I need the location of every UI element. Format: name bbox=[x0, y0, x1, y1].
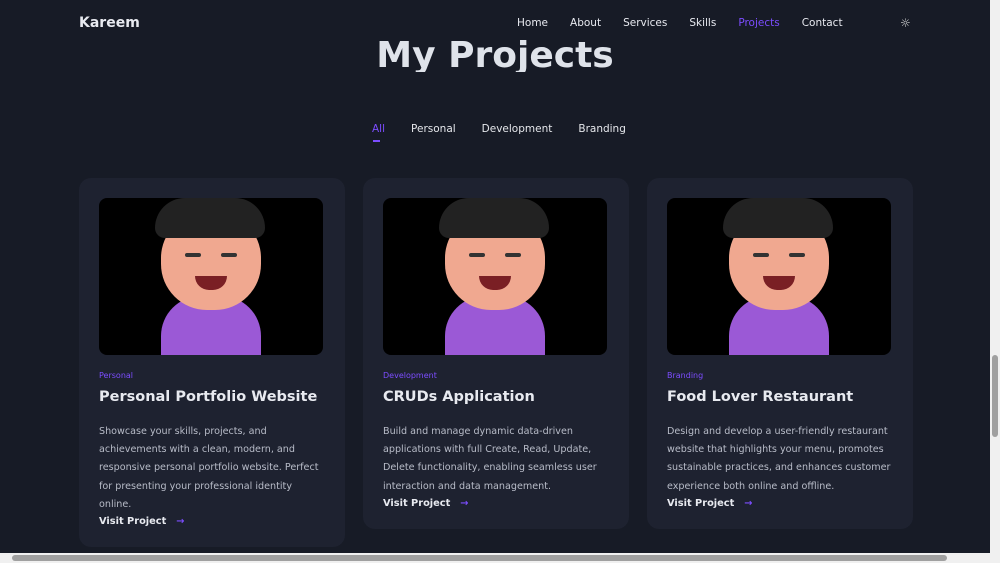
arrow-right-icon: → bbox=[176, 516, 185, 528]
project-title: CRUDs Application bbox=[383, 389, 535, 405]
project-title: Food Lover Restaurant bbox=[667, 389, 854, 405]
project-description: Build and manage dynamic data-driven app… bbox=[383, 426, 597, 492]
project-image bbox=[667, 198, 891, 355]
visit-project-label: Visit Project bbox=[383, 497, 451, 509]
visit-project-link[interactable]: Visit Project → bbox=[99, 516, 325, 527]
project-category: Development bbox=[383, 371, 437, 380]
nav-about[interactable]: About bbox=[570, 17, 601, 29]
nav-home[interactable]: Home bbox=[517, 17, 548, 29]
nav-menu: Home About Services Skills Projects Cont… bbox=[517, 17, 865, 29]
filter-all[interactable]: All bbox=[372, 123, 385, 142]
project-card: Development CRUDs Application Build and … bbox=[363, 178, 629, 529]
project-card: Branding Food Lover Restaurant Design an… bbox=[647, 178, 913, 529]
nav-services[interactable]: Services bbox=[623, 17, 667, 29]
project-image bbox=[383, 198, 607, 355]
nav-projects[interactable]: Projects bbox=[738, 17, 779, 29]
filter-personal[interactable]: Personal bbox=[411, 123, 456, 135]
project-category: Branding bbox=[667, 371, 704, 380]
visit-project-link[interactable]: Visit Project → bbox=[383, 498, 609, 509]
visit-project-label: Visit Project bbox=[99, 516, 167, 528]
project-title: Personal Portfolio Website bbox=[99, 389, 318, 405]
project-description: Showcase your skills, projects, and achi… bbox=[99, 426, 319, 510]
project-filters: All Personal Development Branding bbox=[372, 123, 652, 142]
project-description: Design and develop a user-friendly resta… bbox=[667, 426, 891, 492]
vertical-scrollbar[interactable] bbox=[990, 0, 1000, 553]
section-title: My Projects bbox=[376, 35, 614, 72]
arrow-right-icon: → bbox=[744, 497, 753, 509]
project-image bbox=[99, 198, 323, 355]
horizontal-scroll-thumb[interactable] bbox=[12, 555, 947, 561]
project-category: Personal bbox=[99, 371, 134, 380]
visit-project-link[interactable]: Visit Project → bbox=[667, 498, 893, 509]
arrow-right-icon: → bbox=[460, 497, 469, 509]
visit-project-label: Visit Project bbox=[667, 497, 735, 509]
horizontal-scrollbar[interactable] bbox=[0, 553, 1000, 563]
nav-contact[interactable]: Contact bbox=[802, 17, 843, 29]
logo[interactable]: Kareem bbox=[79, 15, 140, 31]
project-card: Personal Personal Portfolio Website Show… bbox=[79, 178, 345, 548]
filter-branding[interactable]: Branding bbox=[578, 123, 626, 135]
vertical-scroll-thumb[interactable] bbox=[992, 355, 998, 437]
filter-development[interactable]: Development bbox=[482, 123, 553, 135]
nav-skills[interactable]: Skills bbox=[689, 17, 716, 29]
sun-icon[interactable]: ☼ bbox=[900, 16, 911, 30]
